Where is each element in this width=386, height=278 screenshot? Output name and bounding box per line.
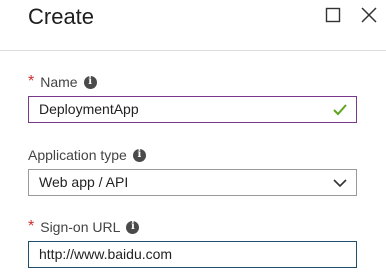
chevron-down-icon — [333, 178, 347, 187]
check-icon — [333, 103, 347, 115]
required-asterisk: * — [28, 218, 35, 235]
close-x-icon — [361, 7, 377, 23]
maximize-button[interactable] — [322, 4, 344, 26]
info-icon[interactable]: i — [83, 75, 97, 89]
app-type-select[interactable]: Web app / API — [28, 169, 357, 196]
name-input[interactable]: DeploymentApp — [28, 96, 357, 123]
app-type-label: Application type — [28, 147, 127, 163]
app-type-label-row: Application type i — [28, 147, 146, 163]
close-button[interactable] — [358, 4, 380, 26]
required-asterisk: * — [28, 73, 35, 90]
page-title: Create — [28, 4, 95, 29]
create-blade: Create * Name i DeploymentApp Applicatio… — [0, 0, 386, 278]
name-label: Name — [40, 74, 78, 90]
info-icon[interactable]: i — [132, 148, 146, 162]
signon-url-input[interactable]: http://www.baidu.com — [28, 241, 357, 268]
blade-header: Create — [0, 0, 386, 51]
info-icon[interactable]: i — [126, 220, 140, 234]
signon-url-label: Sign-on URL — [40, 219, 121, 235]
name-input-value: DeploymentApp — [39, 101, 139, 117]
signon-url-label-row: * Sign-on URL i — [28, 218, 140, 235]
signon-url-value: http://www.baidu.com — [39, 246, 173, 262]
square-maximize-icon — [325, 7, 341, 23]
name-label-row: * Name i — [28, 74, 97, 90]
app-type-selected-value: Web app / API — [39, 174, 129, 190]
